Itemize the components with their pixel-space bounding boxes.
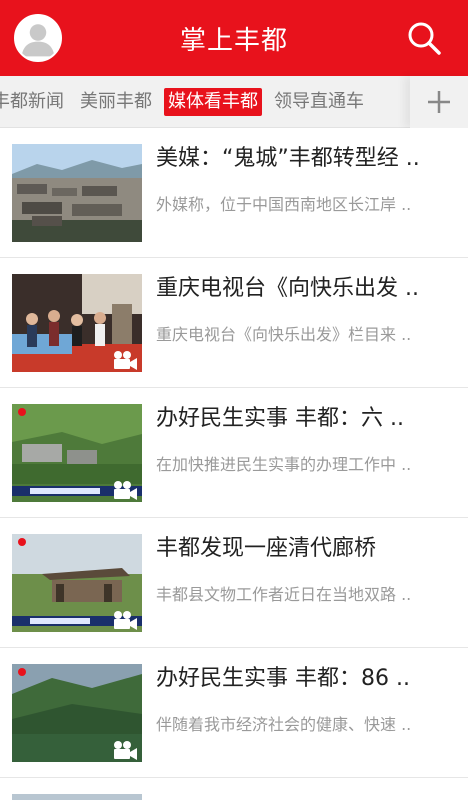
- video-icon: [112, 350, 138, 370]
- article-summary: 伴随着我市经济社会的健康、快速 ..: [156, 715, 412, 734]
- article-summary: 丰都县文物工作者近日在当地双路 ..: [156, 585, 412, 604]
- category-tab-bar: 丰都新闻 美丽丰都 媒体看丰都 领导直通车: [0, 76, 468, 128]
- add-channel-button[interactable]: [410, 76, 468, 128]
- article-summary: 在加快推进民生实事的办理工作中 ..: [156, 455, 412, 474]
- article-title[interactable]: 丰都发现一座清代廊桥: [156, 534, 456, 564]
- article-item[interactable]: 美媒：“鬼城”丰都转型经 .. 外媒称，位于中国西南地区长江岸 ..: [0, 128, 468, 258]
- article-thumbnail: [12, 404, 142, 502]
- app-header: 掌上丰都: [0, 0, 468, 76]
- plus-icon: [428, 91, 450, 113]
- article-summary: 重庆电视台《向快乐出发》栏目来 ..: [156, 325, 412, 344]
- article-item-partial[interactable]: [0, 778, 468, 800]
- article-title[interactable]: 美媒：“鬼城”丰都转型经 ..: [156, 144, 456, 174]
- article-item[interactable]: 丰都发现一座清代廊桥 丰都县文物工作者近日在当地双路 ..: [0, 518, 468, 648]
- video-icon: [112, 480, 138, 500]
- article-thumbnail: [12, 144, 142, 242]
- article-title[interactable]: 重庆电视台《向快乐出发 ..: [156, 274, 456, 304]
- article-thumbnail: [12, 534, 142, 632]
- article-item[interactable]: 办好民生实事 丰都：86 .. 伴随着我市经济社会的健康、快速 ..: [0, 648, 468, 778]
- article-thumbnail: [12, 274, 142, 372]
- app-title: 掌上丰都: [179, 25, 288, 56]
- tab-media-view-fengdu[interactable]: 媒体看丰都: [164, 88, 262, 116]
- tab-scroll-area[interactable]: 丰都新闻 美丽丰都 媒体看丰都 领导直通车: [0, 76, 410, 128]
- article-title[interactable]: 办好民生实事 丰都：86 ..: [156, 664, 456, 694]
- user-avatar-icon[interactable]: [14, 14, 62, 62]
- article-title[interactable]: 办好民生实事 丰都：六 ..: [156, 404, 456, 434]
- article-list[interactable]: 美媒：“鬼城”丰都转型经 .. 外媒称，位于中国西南地区长江岸 .. 重庆电视台…: [0, 128, 468, 800]
- article-thumbnail: [12, 794, 142, 800]
- article-item[interactable]: 办好民生实事 丰都：六 .. 在加快推进民生实事的办理工作中 ..: [0, 388, 468, 518]
- article-thumbnail: [12, 664, 142, 762]
- tab-leader-express[interactable]: 领导直通车: [270, 88, 368, 116]
- article-summary: 外媒称，位于中国西南地区长江岸 ..: [156, 195, 412, 214]
- video-icon: [112, 740, 138, 760]
- video-icon: [112, 610, 138, 630]
- tab-beautiful-fengdu[interactable]: 美丽丰都: [76, 88, 156, 116]
- article-item[interactable]: 重庆电视台《向快乐出发 .. 重庆电视台《向快乐出发》栏目来 ..: [0, 258, 468, 388]
- tab-fengdu-news[interactable]: 丰都新闻: [0, 88, 68, 116]
- search-icon[interactable]: [404, 18, 444, 58]
